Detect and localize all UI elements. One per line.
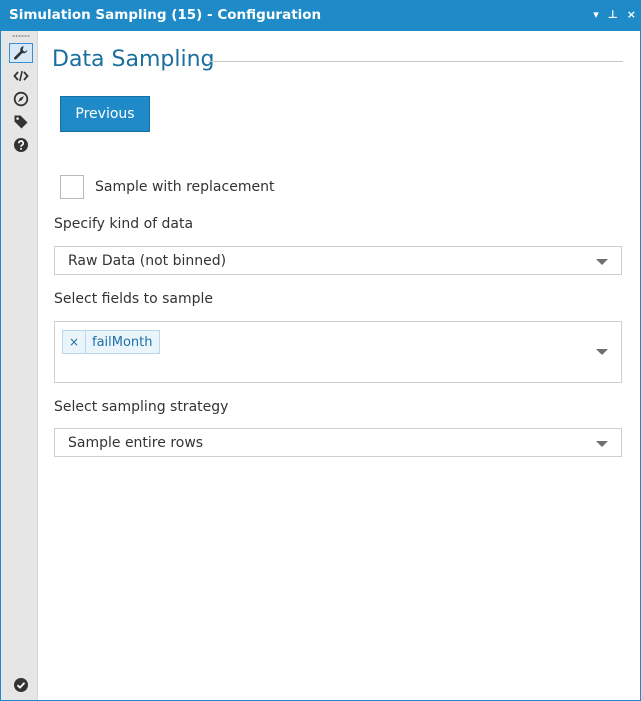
sampling-strategy-label: Select sampling strategy <box>54 399 229 415</box>
tool-rail <box>1 31 38 700</box>
compass-icon <box>13 91 29 107</box>
remove-field-icon[interactable]: × <box>63 331 86 353</box>
sample-with-replacement-option[interactable]: Sample with replacement <box>60 175 274 199</box>
fields-to-sample-label: Select fields to sample <box>54 291 213 307</box>
help-icon <box>14 138 28 152</box>
configuration-panel: Data Sampling Previous Sample with repla… <box>39 31 639 699</box>
configuration-window: Simulation Sampling (15) - Configuration… <box>0 0 641 701</box>
pin-icon[interactable]: ⊥ <box>608 7 618 23</box>
title-bar: Simulation Sampling (15) - Configuration… <box>1 0 641 31</box>
kind-of-data-value: Raw Data (not binned) <box>68 253 227 269</box>
tag-tab[interactable] <box>9 112 33 132</box>
close-icon[interactable]: × <box>627 7 636 23</box>
selected-field-tag: × failMonth <box>62 330 160 354</box>
check-circle-icon <box>14 678 28 692</box>
sampling-strategy-select[interactable]: Sample entire rows <box>54 428 622 457</box>
selected-field-name: failMonth <box>92 334 153 350</box>
configuration-tab[interactable] <box>9 43 33 63</box>
heading-divider <box>209 61 623 62</box>
code-icon <box>13 70 29 82</box>
wrench-icon <box>14 46 28 60</box>
kind-of-data-select[interactable]: Raw Data (not binned) <box>54 246 622 275</box>
page-title: Data Sampling <box>52 47 215 72</box>
fields-to-sample-multiselect[interactable]: × failMonth <box>54 321 622 383</box>
previous-button[interactable]: Previous <box>60 96 150 132</box>
sampling-strategy-value: Sample entire rows <box>68 435 204 451</box>
chevron-down-icon <box>596 259 608 265</box>
tag-icon <box>14 115 28 129</box>
sample-with-replacement-label: Sample with replacement <box>95 179 275 195</box>
status-indicator <box>9 675 33 695</box>
window-menu-dropdown-icon[interactable]: ▾ <box>593 7 599 23</box>
kind-of-data-label: Specify kind of data <box>54 216 194 232</box>
chevron-down-icon <box>596 349 608 355</box>
window-title: Simulation Sampling (15) - Configuration <box>9 7 322 23</box>
annotation-tab[interactable] <box>9 66 33 86</box>
sample-with-replacement-checkbox[interactable] <box>60 175 84 199</box>
chevron-down-icon <box>596 441 608 447</box>
help-tab[interactable] <box>9 135 33 155</box>
window-controls: ▾ ⊥ × <box>593 7 636 23</box>
metadata-tab[interactable] <box>9 89 33 109</box>
rail-grip-handle[interactable] <box>12 35 30 37</box>
